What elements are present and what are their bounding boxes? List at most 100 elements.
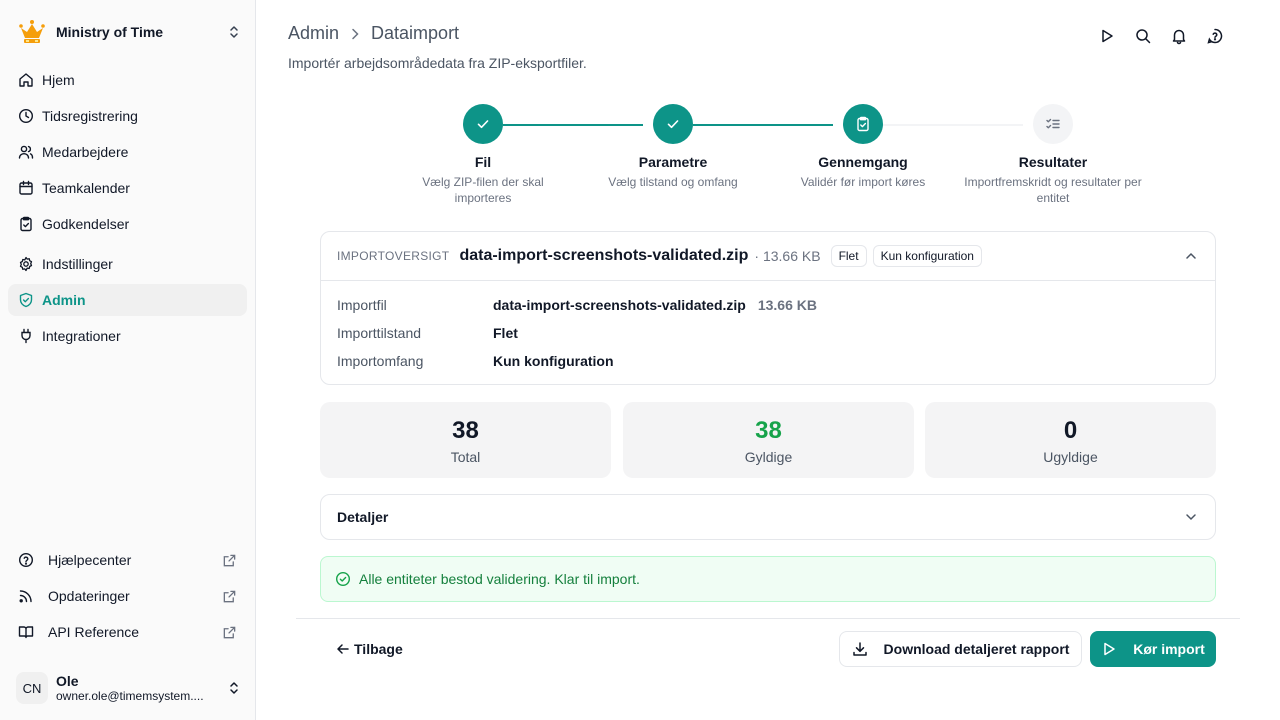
step-circle-done	[653, 104, 693, 144]
user-email: owner.ole@timemsystem....	[56, 689, 204, 703]
shield-check-icon	[19, 292, 33, 308]
step-description: Importfremskridt og resultater per entit…	[964, 175, 1142, 205]
stat-label: Total	[450, 449, 481, 465]
import-stepper: Fil Vælg ZIP-filen der skal importeres P…	[393, 104, 1148, 214]
step-title: Gennemgang	[818, 154, 908, 170]
overview-file-size: · 13.66 KB	[754, 248, 821, 264]
sidebar-item-label: Indstillinger	[42, 256, 113, 272]
external-link-icon	[223, 554, 236, 566]
list-checks-icon	[1046, 118, 1060, 129]
overview-row-file: Importfil data-import-screenshots-valida…	[337, 291, 1199, 319]
sidebar-item-medarbejdere[interactable]: Medarbejdere	[8, 136, 247, 168]
step-title: Resultater	[1018, 154, 1088, 170]
page-title: Dataimport	[371, 23, 460, 43]
help-center-link[interactable]: Hjælpecenter	[8, 544, 247, 576]
chevron-up-icon	[1186, 252, 1196, 259]
validation-success-alert: Alle entiteter bestod validering. Klar t…	[320, 556, 1216, 602]
bell-icon[interactable]	[1170, 27, 1188, 45]
download-label: Download detaljeret rapport	[883, 641, 1070, 657]
overview-row-scope: Importomfang Kun konfiguration	[337, 347, 1199, 375]
stat-value: 0	[1063, 417, 1078, 444]
book-icon	[18, 626, 34, 639]
back-button[interactable]: Tilbage	[336, 633, 403, 665]
sidebar-item-label: Medarbejdere	[42, 144, 129, 160]
external-link-icon	[223, 590, 236, 602]
user-menu[interactable]: CN Ole owner.ole@timemsystem....	[16, 668, 242, 708]
step-parametre: Parametre Vælg tilstand og omfang	[583, 104, 763, 190]
footer-divider	[296, 618, 1240, 619]
org-switcher[interactable]: Ministry of Time	[16, 16, 242, 48]
step-circle-done	[463, 104, 503, 144]
sidebar-item-teamkalender[interactable]: Teamkalender	[8, 172, 247, 204]
step-title: Parametre	[638, 154, 708, 170]
step-gennemgang: Gennemgang Validér før import køres	[773, 104, 953, 190]
chevron-down-icon	[1186, 514, 1196, 521]
row-value: data-import-screenshots-validated.zip	[493, 297, 746, 313]
stat-invalid: 0 Ugyldige	[925, 402, 1216, 478]
stat-valid: 38 Gyldige	[623, 402, 914, 478]
mode-badge: Flet	[830, 245, 867, 267]
sidebar-item-label: Admin	[42, 292, 86, 308]
check-circle-icon	[335, 571, 351, 587]
sidebar-nav: Hjem Tidsregistrering Medarbejdere Teamk…	[8, 64, 247, 352]
row-label: Importfil	[337, 297, 387, 313]
step-description: Vælg tilstand og omfang	[608, 175, 738, 189]
row-file-size: 13.66 KB	[757, 297, 817, 313]
overview-caption: IMPORTOVERSIGT	[337, 249, 450, 263]
sidebar-item-tidsregistrering[interactable]: Tidsregistrering	[8, 100, 247, 132]
row-value: Flet	[493, 325, 518, 341]
details-accordion[interactable]: Detaljer	[320, 494, 1216, 540]
org-name: Ministry of Time	[56, 24, 164, 40]
api-reference-link[interactable]: API Reference	[8, 616, 247, 648]
header-actions	[1098, 27, 1224, 45]
overview-file-name: data-import-screenshots-validated.zip	[459, 247, 749, 264]
arrow-left-icon	[337, 644, 349, 654]
sidebar-item-admin[interactable]: Admin	[8, 284, 247, 316]
updates-link[interactable]: Opdateringer	[8, 580, 247, 612]
download-report-button[interactable]: Download detaljeret rapport	[839, 631, 1082, 667]
updates-label: Opdateringer	[48, 588, 130, 604]
row-value: Kun konfiguration	[493, 353, 614, 369]
sidebar-item-label: Hjem	[42, 72, 75, 88]
external-link-icon	[223, 626, 236, 638]
breadcrumb-admin[interactable]: Admin	[288, 23, 339, 44]
sidebar-item-godkendelser[interactable]: Godkendelser	[8, 208, 247, 240]
import-overview-card: IMPORTOVERSIGT data-import-screenshots-v…	[320, 231, 1216, 385]
breadcrumb: Admin Dataimport	[288, 23, 459, 44]
help-chat-icon[interactable]	[1206, 27, 1224, 45]
plug-icon	[21, 328, 31, 344]
play-icon[interactable]	[1098, 27, 1116, 45]
chevrons-up-down-icon	[230, 682, 238, 694]
details-title: Detaljer	[337, 509, 389, 525]
stat-total: 38 Total	[320, 402, 611, 478]
row-label: Importtilstand	[337, 325, 422, 341]
user-name: Ole	[56, 673, 79, 689]
help-center-label: Hjælpecenter	[48, 552, 132, 568]
check-icon	[477, 120, 489, 129]
sidebar-item-indstillinger[interactable]: Indstillinger	[8, 248, 247, 280]
sidebar-item-integrationer[interactable]: Integrationer	[8, 320, 247, 352]
row-label: Importomfang	[337, 353, 424, 369]
stat-value: 38	[452, 417, 479, 444]
step-resultater: Resultater Importfremskridt og resultate…	[963, 104, 1143, 206]
run-import-button[interactable]: Kør import	[1090, 631, 1216, 667]
clipboard-check-icon	[857, 116, 869, 132]
home-icon	[19, 73, 33, 87]
sidebar-item-label: Godkendelser	[42, 216, 130, 232]
avatar: CN	[16, 672, 48, 704]
help-circle-icon	[18, 552, 34, 568]
search-icon[interactable]	[1134, 27, 1152, 45]
chevron-right-icon	[352, 28, 359, 39]
step-fil: Fil Vælg ZIP-filen der skal importeres	[393, 104, 573, 206]
sidebar-bottom-links: Hjælpecenter Opdateringer API Reference	[8, 544, 247, 652]
sidebar-item-hjem[interactable]: Hjem	[8, 64, 247, 96]
sidebar-item-label: Teamkalender	[42, 180, 130, 196]
scope-badge: Kun konfiguration	[872, 245, 982, 267]
gear-icon	[19, 256, 33, 272]
step-circle-pending	[1033, 104, 1073, 144]
check-icon	[667, 120, 679, 129]
stat-label: Gyldige	[744, 449, 793, 465]
step-title: Fil	[474, 154, 492, 170]
clipboard-check-icon	[20, 216, 32, 232]
import-overview-header[interactable]: IMPORTOVERSIGT data-import-screenshots-v…	[321, 232, 1215, 281]
